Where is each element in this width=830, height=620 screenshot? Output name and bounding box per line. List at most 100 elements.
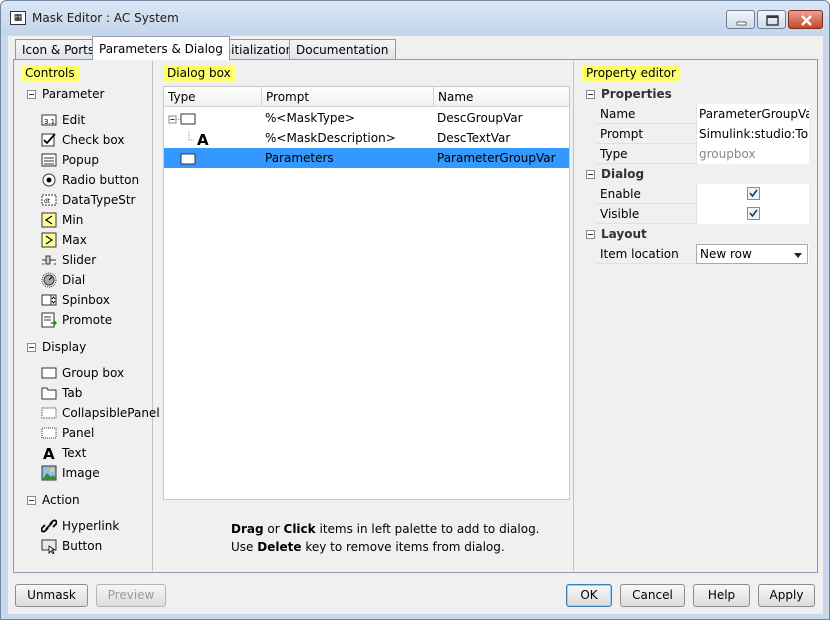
palette-item-check-box[interactable]: Check box <box>41 131 124 149</box>
palette-item-datatypestr[interactable]: dt DataTypeStr <box>41 191 135 209</box>
group-action[interactable]: Action <box>27 493 80 507</box>
table-row[interactable]: A %<MaskDescription> DescTextVar <box>164 128 569 148</box>
hint-text: items in left palette to add to dialog. <box>319 522 540 536</box>
table-row[interactable]: %<MaskType> DescGroupVar <box>164 108 569 128</box>
minimize-button[interactable] <box>726 10 755 29</box>
title-bar[interactable]: ▦ Mask Editor : AC System <box>1 1 829 35</box>
help-button[interactable]: Help <box>693 584 750 607</box>
image-icon <box>41 465 57 481</box>
checkbox-icon <box>41 132 57 148</box>
preview-button[interactable]: Preview <box>96 584 166 607</box>
maximize-icon <box>766 15 779 26</box>
palette-item-popup[interactable]: Popup <box>41 151 99 169</box>
palette-item-panel[interactable]: Panel <box>41 424 94 442</box>
section-dialog[interactable]: Dialog <box>586 167 644 181</box>
group-display[interactable]: Display <box>27 340 86 354</box>
svg-text:3.1: 3.1 <box>44 118 55 126</box>
property-value-prompt[interactable]: Simulink:studio:To... <box>696 124 809 144</box>
column-header-prompt[interactable]: Prompt <box>262 87 434 107</box>
dialog-tree-grid[interactable]: Type Prompt Name %<MaskType> DescGroupVa… <box>163 86 570 500</box>
palette-item-max[interactable]: Max <box>41 231 87 249</box>
mask-editor-window: ▦ Mask Editor : AC System Icon & Ports P… <box>0 0 830 620</box>
apply-button[interactable]: Apply <box>758 584 815 607</box>
dialog-box-title: Dialog box <box>163 65 235 81</box>
property-editor-pane: Property editor Properties Name Paramete… <box>578 61 816 571</box>
hint-use: Use <box>231 540 254 554</box>
palette-item-tab[interactable]: Tab <box>41 384 82 402</box>
property-key: Type <box>600 147 628 161</box>
controls-title: Controls <box>21 65 79 81</box>
palette-item-collapsiblepanel[interactable]: CollapsiblePanel <box>41 404 160 422</box>
collapse-icon[interactable] <box>586 230 595 239</box>
checkmark-icon <box>749 209 758 218</box>
hint-or: or <box>267 522 280 536</box>
tab-documentation[interactable]: Documentation <box>289 39 396 59</box>
item-label: CollapsiblePanel <box>62 406 160 420</box>
enable-checkbox[interactable] <box>747 187 760 200</box>
tab-parameters-dialog[interactable]: Parameters & Dialog <box>92 36 230 60</box>
collapse-icon[interactable] <box>27 496 36 505</box>
palette-item-spinbox[interactable]: Spinbox <box>41 291 110 309</box>
min-icon <box>41 212 57 228</box>
dial-icon <box>41 272 57 288</box>
property-value-item-location: New row <box>696 244 809 264</box>
group-box-icon <box>41 365 57 381</box>
palette-item-group-box[interactable]: Group box <box>41 364 124 382</box>
property-key: Visible <box>600 207 640 221</box>
collapse-icon[interactable] <box>586 170 595 179</box>
column-header-name[interactable]: Name <box>434 87 569 107</box>
visible-checkbox[interactable] <box>747 207 760 220</box>
dropdown-value: New row <box>700 247 752 261</box>
property-row-name: Name ParameterGroupVar <box>596 104 809 124</box>
item-label: Spinbox <box>62 293 110 307</box>
palette-item-button[interactable]: Button <box>41 537 102 555</box>
svg-text:A: A <box>43 445 55 461</box>
item-location-dropdown[interactable]: New row <box>696 244 808 264</box>
item-label: Button <box>62 539 103 553</box>
palette-item-hyperlink[interactable]: Hyperlink <box>40 517 119 535</box>
item-label: Tab <box>62 386 83 400</box>
section-layout[interactable]: Layout <box>586 227 647 241</box>
text-icon: A <box>41 445 57 463</box>
close-button[interactable] <box>788 10 823 29</box>
ok-button[interactable]: OK <box>566 584 612 607</box>
type-cell <box>164 108 262 128</box>
client-area: Icon & Ports Parameters & Dialog Initial… <box>8 36 823 614</box>
collapse-icon[interactable] <box>27 90 36 99</box>
item-label: Text <box>62 446 87 460</box>
property-row-visible: Visible <box>596 204 809 224</box>
item-label: Image <box>62 466 100 480</box>
svg-text:A: A <box>197 131 209 147</box>
palette-item-radio-button[interactable]: Radio button <box>41 171 139 189</box>
group-box-icon <box>180 153 196 165</box>
name-cell: ParameterGroupVar <box>437 151 556 165</box>
app-icon: ▦ <box>10 11 26 25</box>
tab-icon-ports[interactable]: Icon & Ports <box>15 39 102 59</box>
palette-item-image[interactable]: Image <box>41 464 100 482</box>
palette-item-slider[interactable]: Slider <box>41 251 96 269</box>
section-properties[interactable]: Properties <box>586 87 672 101</box>
collapse-icon[interactable] <box>586 90 595 99</box>
spinbox-icon <box>41 292 57 308</box>
palette-item-dial[interactable]: Dial <box>41 271 85 289</box>
text-icon: A <box>188 131 209 148</box>
button-icon <box>41 538 57 555</box>
column-header-type[interactable]: Type <box>164 87 262 107</box>
property-value-name[interactable]: ParameterGroupVar <box>696 104 809 124</box>
palette-item-promote[interactable]: Promote <box>41 311 112 329</box>
item-label: Promote <box>62 313 113 327</box>
group-label: Parameter <box>42 87 105 101</box>
palette-item-text[interactable]: A Text <box>41 444 87 463</box>
datatype-icon: dt <box>41 192 57 208</box>
group-parameter[interactable]: Parameter <box>27 87 104 101</box>
maximize-button[interactable] <box>757 10 786 29</box>
palette-item-min[interactable]: Min <box>41 211 83 229</box>
collapse-icon[interactable] <box>27 343 36 352</box>
tab-page: Controls Parameter 3.1 Edit Check box Po… <box>13 59 818 573</box>
grid-header: Type Prompt Name <box>164 87 569 107</box>
prompt-cell: Parameters <box>265 151 334 165</box>
table-row-selected[interactable]: Parameters ParameterGroupVar <box>164 148 569 168</box>
palette-item-edit[interactable]: 3.1 Edit <box>41 111 85 129</box>
cancel-button[interactable]: Cancel <box>620 584 685 607</box>
unmask-button[interactable]: Unmask <box>15 584 88 607</box>
